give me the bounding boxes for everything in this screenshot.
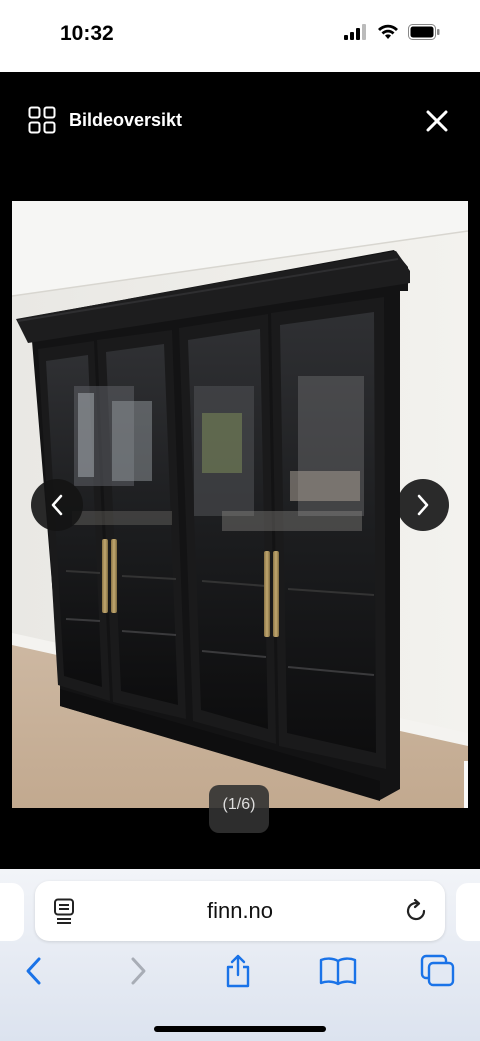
forward-icon (131, 957, 146, 985)
bookmarks-button[interactable] (318, 951, 358, 991)
close-icon[interactable] (424, 108, 450, 134)
share-button[interactable] (218, 951, 258, 991)
cellular-signal-icon (344, 24, 366, 40)
address-bar[interactable]: finn.no (35, 881, 445, 941)
next-tab-card[interactable] (456, 883, 480, 941)
status-time: 10:32 (60, 22, 114, 45)
image-counter: (1/6) (209, 785, 269, 833)
share-icon (226, 954, 250, 988)
image-overview-button[interactable]: Bildeoversikt (28, 106, 182, 134)
image-overview-label: Bildeoversikt (69, 109, 183, 130)
viewer-header: Bildeoversikt (0, 72, 480, 168)
chevron-left-icon (51, 494, 63, 516)
previous-tab-card[interactable] (0, 883, 24, 941)
browser-toolbar: finn.no (0, 869, 480, 1041)
reload-icon[interactable] (403, 898, 429, 924)
image-viewer: Bildeoversikt (1/6) (0, 72, 480, 869)
bookmarks-icon (319, 957, 357, 986)
status-bar: 10:32 (0, 0, 480, 72)
back-icon (26, 957, 41, 985)
previous-image-button[interactable] (31, 479, 83, 531)
tabs-icon (420, 954, 455, 987)
url-text: finn.no (206, 898, 274, 923)
grid-icon (28, 106, 56, 134)
tabs-button[interactable] (418, 951, 458, 991)
back-button[interactable] (14, 951, 54, 991)
forward-button[interactable] (118, 951, 158, 991)
status-icons (344, 24, 440, 40)
chevron-right-icon (417, 494, 429, 516)
next-image-button[interactable] (397, 479, 449, 531)
battery-icon (408, 24, 440, 40)
wifi-icon (378, 24, 398, 39)
home-indicator (154, 1026, 326, 1032)
